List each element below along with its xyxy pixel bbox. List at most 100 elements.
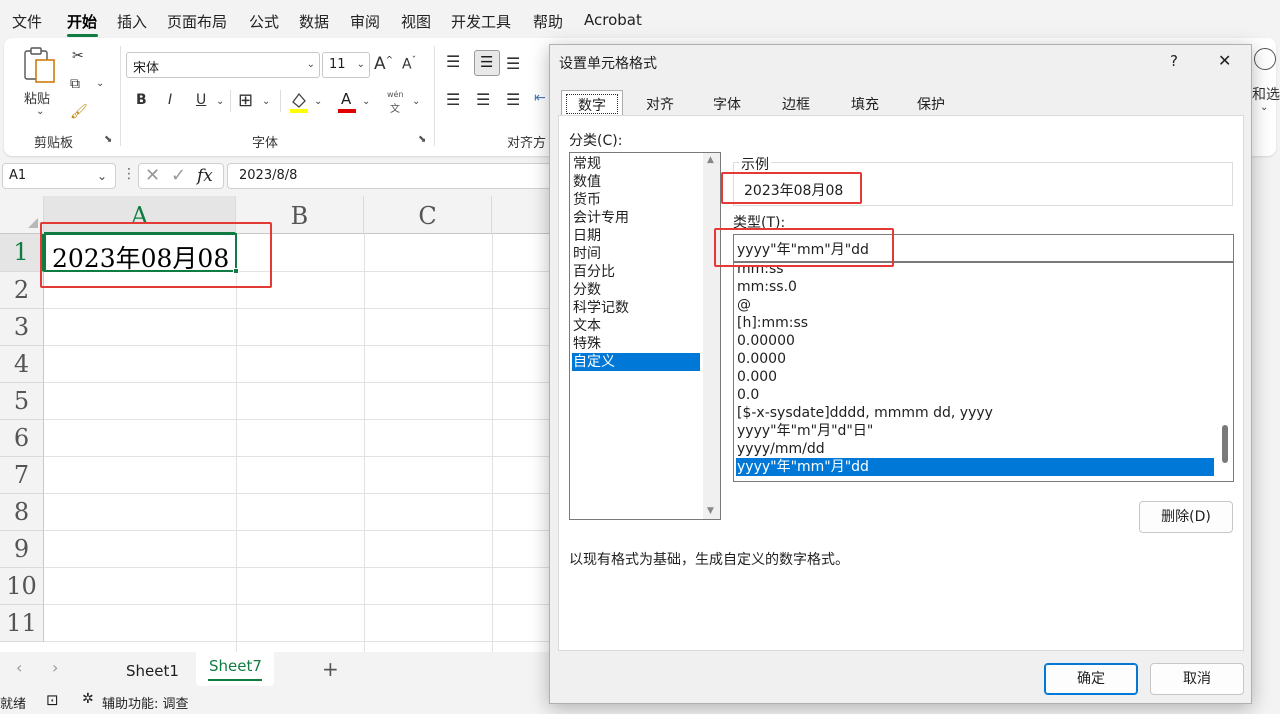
font-name-dropdown[interactable]: 宋体 ⌄ xyxy=(126,52,320,78)
row-header-2[interactable]: 2 xyxy=(0,272,44,309)
ok-button[interactable]: 确定 xyxy=(1044,663,1138,695)
list-item[interactable]: 分数 xyxy=(572,281,700,299)
formula-input[interactable]: 2023/8/8 xyxy=(227,163,557,189)
shrink-font-icon[interactable]: Aˇ xyxy=(402,56,416,73)
list-item[interactable]: 0.00000 xyxy=(736,332,1214,350)
row-header-8[interactable]: 8 xyxy=(0,494,44,531)
list-item[interactable]: 日期 xyxy=(572,227,700,245)
format-painter-icon[interactable]: 🖌 xyxy=(70,104,88,120)
name-box[interactable]: A1 ⌄ xyxy=(2,163,116,189)
delete-button[interactable]: 删除(D) xyxy=(1139,501,1233,533)
borders-dropdown-icon[interactable]: ⌄ xyxy=(262,96,270,107)
underline-button[interactable]: U xyxy=(196,92,206,108)
paste-label[interactable]: 粘贴 xyxy=(24,88,50,107)
sort-filter-icon[interactable] xyxy=(1254,48,1276,70)
tab-border[interactable]: 边框 xyxy=(765,90,827,116)
row-header-6[interactable]: 6 xyxy=(0,420,44,457)
more-options-icon[interactable]: ⋮ xyxy=(122,166,136,182)
tab-number[interactable]: 数字 xyxy=(561,90,623,116)
menu-acrobat[interactable]: Acrobat xyxy=(584,11,642,29)
row-header-3[interactable]: 3 xyxy=(0,309,44,346)
sheet-tab-sheet7[interactable]: Sheet7 xyxy=(196,652,274,686)
type-list-scrollbar[interactable] xyxy=(1216,263,1233,481)
font-size-dropdown[interactable]: 11 ⌄ xyxy=(322,52,370,78)
list-item[interactable]: [$-x-sysdate]dddd, mmmm dd, yyyy xyxy=(736,404,1214,422)
list-item[interactable]: 0.0000 xyxy=(736,350,1214,368)
list-item[interactable]: mm:ss.0 xyxy=(736,278,1214,296)
column-header-c[interactable]: C xyxy=(364,196,492,234)
borders-icon[interactable]: ⊞ xyxy=(238,90,253,111)
font-color-dropdown-icon[interactable]: ⌄ xyxy=(362,96,370,107)
list-item[interactable]: 数值 xyxy=(572,173,700,191)
insert-function-icon[interactable]: fx xyxy=(197,166,213,186)
close-icon[interactable]: ✕ xyxy=(1218,51,1231,70)
tab-protection[interactable]: 保护 xyxy=(901,90,961,116)
list-item[interactable]: 百分比 xyxy=(572,263,700,281)
list-item[interactable]: 科学记数 xyxy=(572,299,700,317)
enter-icon[interactable]: ✓ xyxy=(171,165,186,186)
row-header-9[interactable]: 9 xyxy=(0,531,44,568)
menu-review[interactable]: 审阅 xyxy=(350,11,380,32)
list-item[interactable]: 时间 xyxy=(572,245,700,263)
list-item[interactable]: 文本 xyxy=(572,317,700,335)
tab-font[interactable]: 字体 xyxy=(698,90,756,116)
copy-icon[interactable]: ⧉ xyxy=(70,76,80,92)
list-item[interactable]: yyyy/mm/dd xyxy=(736,440,1214,458)
scroll-right-icon[interactable]: › xyxy=(52,658,58,677)
list-item[interactable]: 常规 xyxy=(572,155,700,173)
font-color-icon[interactable]: A xyxy=(336,90,358,114)
align-center-icon[interactable]: ☰ xyxy=(476,90,490,109)
decrease-indent-icon[interactable]: ⇤ xyxy=(534,90,546,106)
list-item[interactable]: 0.000 xyxy=(736,368,1214,386)
menu-file[interactable]: 文件 xyxy=(12,11,42,32)
list-item[interactable]: @ xyxy=(736,296,1214,314)
type-list[interactable]: mm:ss mm:ss.0 @ [h]:mm:ss 0.00000 0.0000… xyxy=(733,262,1234,482)
row-header-4[interactable]: 4 xyxy=(0,346,44,383)
fill-color-icon[interactable] xyxy=(288,90,310,114)
row-header-10[interactable]: 10 xyxy=(0,568,44,605)
scroll-up-icon[interactable]: ▲ xyxy=(707,155,714,165)
paste-dropdown-icon[interactable]: ⌄ xyxy=(36,106,44,117)
grow-font-icon[interactable]: A^ xyxy=(374,54,393,74)
cancel-icon[interactable]: ✕ xyxy=(145,165,160,186)
list-item[interactable]: 会计专用 xyxy=(572,209,700,227)
add-sheet-button[interactable]: + xyxy=(322,657,339,681)
menu-page-layout[interactable]: 页面布局 xyxy=(167,11,227,32)
scroll-down-icon[interactable]: ▼ xyxy=(707,506,714,516)
list-item-selected[interactable]: yyyy"年"mm"月"dd xyxy=(736,458,1214,476)
underline-dropdown-icon[interactable]: ⌄ xyxy=(216,96,224,107)
macro-record-icon[interactable]: ⊡ xyxy=(46,691,59,709)
sheet-tab-sheet1[interactable]: Sheet1 xyxy=(126,662,179,680)
align-left-icon[interactable]: ☰ xyxy=(446,90,460,109)
accessibility-status[interactable]: 辅助功能: 调查 xyxy=(102,693,189,712)
row-header-5[interactable]: 5 xyxy=(0,383,44,420)
row-header-7[interactable]: 7 xyxy=(0,457,44,494)
italic-button[interactable]: I xyxy=(168,92,172,108)
list-item[interactable]: 0.0 xyxy=(736,386,1214,404)
category-scrollbar[interactable]: ▲ ▼ xyxy=(703,153,720,519)
menu-insert[interactable]: 插入 xyxy=(117,11,147,32)
list-item-selected[interactable]: 自定义 xyxy=(572,353,700,371)
scrollbar-thumb[interactable] xyxy=(1222,425,1228,463)
select-all-corner[interactable] xyxy=(0,196,44,234)
chevron-down-icon[interactable]: ⌄ xyxy=(97,169,107,183)
phonetic-guide-icon[interactable]: wén 文 xyxy=(384,90,410,116)
accessibility-icon[interactable]: ✲ xyxy=(82,691,94,707)
menu-help[interactable]: 帮助 xyxy=(533,11,563,32)
fill-color-dropdown-icon[interactable]: ⌄ xyxy=(314,96,322,107)
list-item[interactable]: yyyy"年"m"月"d"日" xyxy=(736,422,1214,440)
cancel-button[interactable]: 取消 xyxy=(1150,663,1244,695)
font-launcher-icon[interactable]: ⬊ xyxy=(418,134,426,145)
cut-icon[interactable]: ✂ xyxy=(72,48,84,64)
paste-icon[interactable] xyxy=(22,46,58,86)
list-item[interactable]: 特殊 xyxy=(572,335,700,353)
align-right-icon[interactable]: ☰ xyxy=(506,90,520,109)
list-item[interactable]: 货币 xyxy=(572,191,700,209)
scroll-left-icon[interactable]: ‹ xyxy=(16,658,22,677)
bold-button[interactable]: B xyxy=(136,92,147,108)
align-middle-icon[interactable]: ☰ xyxy=(474,50,500,76)
align-bottom-icon[interactable]: ☰ xyxy=(506,54,520,73)
list-item[interactable]: [h]:mm:ss xyxy=(736,314,1214,332)
category-list[interactable]: 常规 数值 货币 会计专用 日期 时间 百分比 分数 科学记数 文本 特殊 自定… xyxy=(569,152,721,520)
copy-dropdown-icon[interactable]: ⌄ xyxy=(96,78,104,89)
